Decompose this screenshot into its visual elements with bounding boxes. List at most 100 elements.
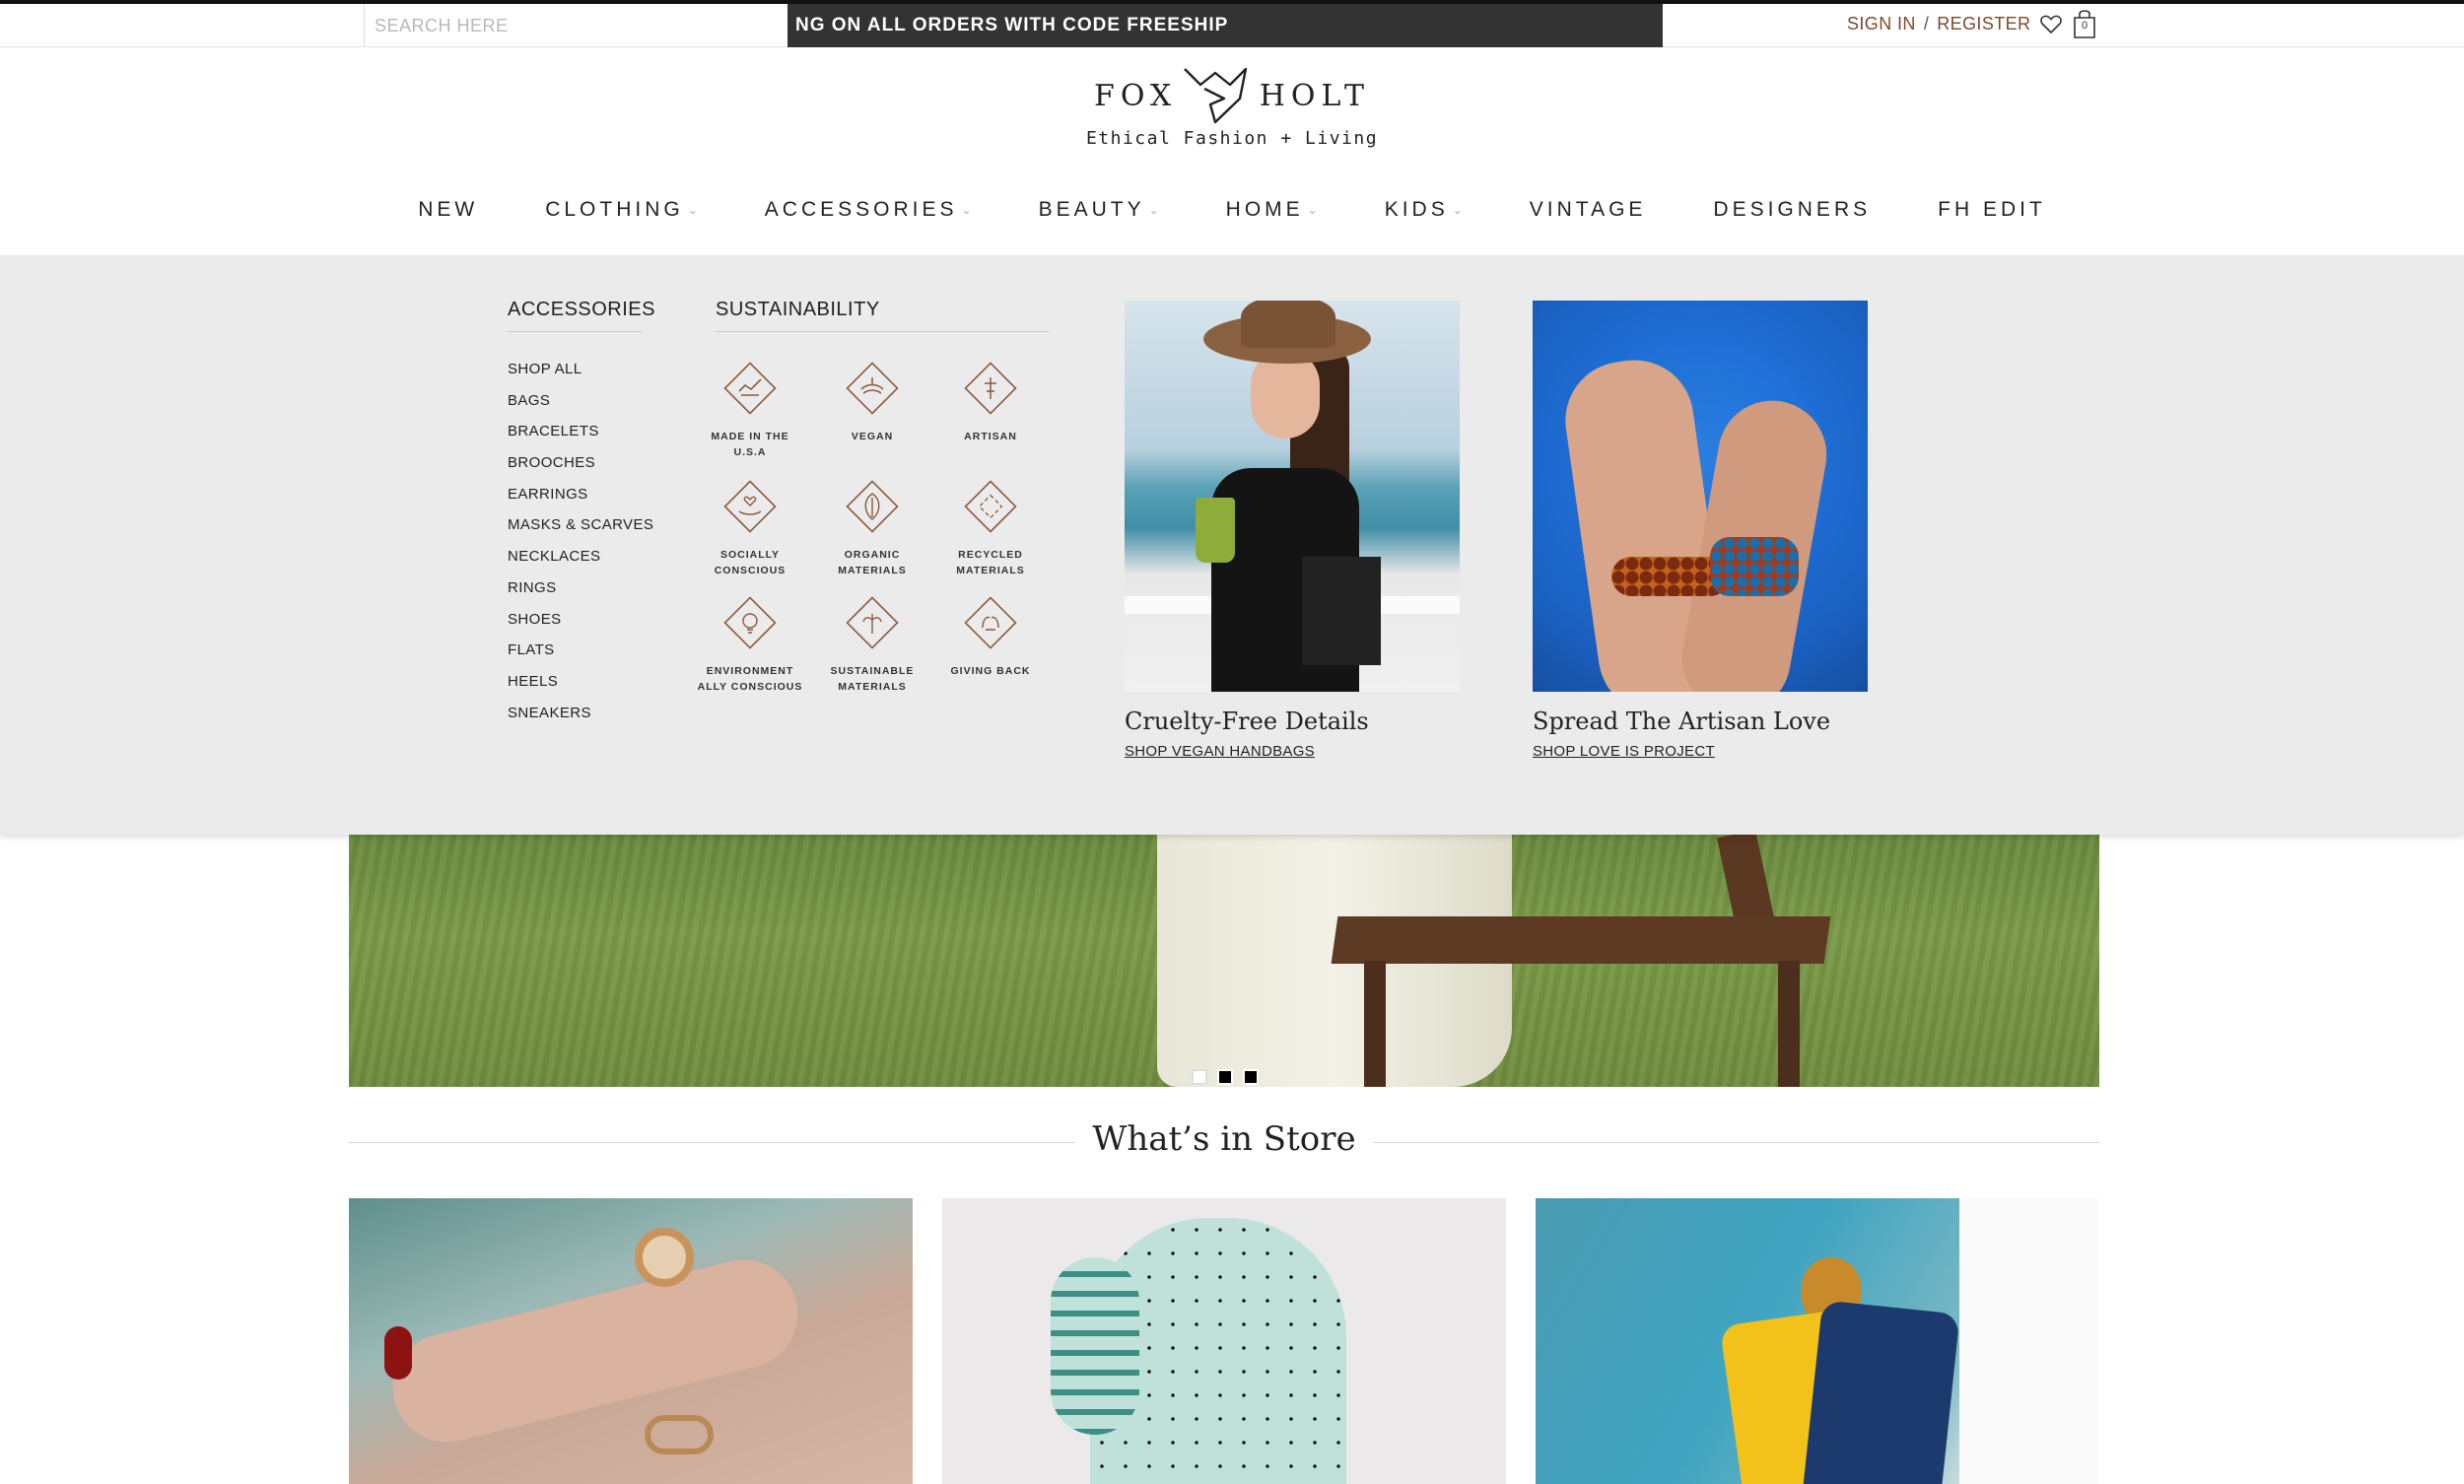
- menu-link[interactable]: BROOCHES: [508, 447, 653, 479]
- artisan-icon: [964, 362, 1017, 415]
- promo-card-artisan[interactable]: Spread The Artisan Love SHOP LOVE IS PRO…: [1533, 301, 1868, 761]
- badge-giving-back[interactable]: GIVING BACK: [936, 588, 1045, 679]
- nav-label: DESIGNERS: [1713, 198, 1872, 221]
- nav-item-fh-edit[interactable]: FH EDIT: [1938, 187, 2046, 233]
- nav-item-clothing[interactable]: CLOTHING ⌄: [545, 187, 698, 233]
- menu-link[interactable]: SNEAKERS: [508, 698, 653, 729]
- account-links: SIGN IN / REGISTER: [1847, 14, 2030, 34]
- nav-label: HOME: [1225, 198, 1304, 221]
- badge-vegan[interactable]: VEGAN: [818, 354, 926, 444]
- promo-banner: NG ON ALL ORDERS WITH CODE FREESHIP: [787, 4, 1663, 47]
- nav-label: VINTAGE: [1529, 198, 1647, 221]
- store-section-header: What’s in Store: [349, 1113, 2099, 1173]
- badge-label: ORGANIC MATERIALS: [838, 549, 907, 576]
- giving-back-icon: [964, 596, 1017, 649]
- fox-logo-icon: [1181, 65, 1250, 126]
- organic-materials-icon: [846, 480, 899, 533]
- recycled-materials-icon: [964, 480, 1017, 533]
- badge-label: ENVIRONMENT ALLY CONSCIOUS: [697, 665, 803, 693]
- promo-card-link[interactable]: SHOP LOVE IS PROJECT: [1533, 743, 1715, 760]
- divider: [349, 1142, 1074, 1143]
- sign-in-link[interactable]: SIGN IN: [1847, 14, 1916, 34]
- menu-link[interactable]: MASKS & SCARVES: [508, 509, 653, 541]
- promo-card-link[interactable]: SHOP VEGAN HANDBAGS: [1125, 743, 1315, 760]
- badge-label: VEGAN: [851, 431, 894, 442]
- store-tile-scarves[interactable]: [1536, 1198, 2099, 1484]
- nav-item-kids[interactable]: KIDS ⌄: [1385, 187, 1463, 233]
- slider-dot[interactable]: [1192, 1069, 1207, 1085]
- badge-label: ARTISAN: [964, 431, 1017, 442]
- menu-link[interactable]: BRACELETS: [508, 416, 653, 447]
- made-in-usa-icon: [723, 362, 777, 415]
- nav-item-new[interactable]: NEW: [418, 187, 478, 233]
- search-input[interactable]: [365, 4, 787, 47]
- promo-card-vegan[interactable]: Cruelty-Free Details SHOP VEGAN HANDBAGS: [1125, 301, 1460, 761]
- menu-link[interactable]: HEELS: [508, 666, 653, 698]
- accessories-mega-menu: ACCESSORIES SHOP ALL BAGS BRACELETS BROO…: [0, 255, 2464, 835]
- site-logo[interactable]: FOX HOLT Ethical Fashion + Living: [1084, 61, 1380, 160]
- chevron-down-icon: ⌄: [687, 203, 698, 217]
- logo-tagline: Ethical Fashion + Living: [1085, 128, 1379, 149]
- badge-sustainable-materials[interactable]: SUSTAINABLE MATERIALS: [818, 588, 926, 695]
- sustainable-materials-icon: [846, 596, 899, 649]
- badge-environment-conscious[interactable]: ENVIRONMENT ALLY CONSCIOUS: [696, 588, 804, 695]
- register-link[interactable]: REGISTER: [1937, 14, 2030, 34]
- logo-word-left: FOX: [1094, 79, 1178, 113]
- badge-artisan[interactable]: ARTISAN: [936, 354, 1045, 444]
- chevron-down-icon: ⌄: [1148, 203, 1159, 217]
- badge-label: RECYCLED MATERIALS: [956, 549, 1025, 576]
- slider-dots: [1192, 1069, 1259, 1085]
- nav-label: CLOTHING: [545, 198, 684, 221]
- nav-item-accessories[interactable]: ACCESSORIES ⌄: [765, 187, 972, 233]
- nav-item-vintage[interactable]: VINTAGE: [1530, 187, 1647, 233]
- badge-organic-materials[interactable]: ORGANIC MATERIALS: [818, 472, 926, 578]
- promo-text: NG ON ALL ORDERS WITH CODE FREESHIP: [795, 15, 1229, 35]
- badge-label: GIVING BACK: [950, 665, 1031, 677]
- nav-label: NEW: [418, 198, 479, 221]
- promo-card-title: Cruelty-Free Details: [1125, 708, 1369, 735]
- promo-image-vegan-handbags[interactable]: [1125, 301, 1460, 692]
- accessories-list: SHOP ALL BAGS BRACELETS BROOCHES EARRING…: [508, 354, 653, 728]
- menu-link[interactable]: SHOES: [508, 604, 653, 636]
- shopping-bag-icon[interactable]: 0: [2071, 8, 2098, 39]
- divider: [1374, 1142, 2099, 1143]
- environment-icon: [723, 596, 777, 649]
- nav-label: ACCESSORIES: [764, 198, 958, 221]
- vegan-icon: [846, 362, 899, 415]
- menu-link[interactable]: NECKLACES: [508, 541, 653, 573]
- promo-image-artisan[interactable]: [1533, 301, 1868, 692]
- nav-item-home[interactable]: HOME ⌄: [1226, 187, 1318, 233]
- slider-dot[interactable]: [1243, 1069, 1259, 1085]
- badge-made-in-usa[interactable]: MADE IN THE U.S.A: [696, 354, 804, 460]
- store-tile-home[interactable]: [942, 1198, 1506, 1484]
- sustainability-column-title: SUSTAINABILITY: [716, 299, 1049, 332]
- badge-recycled-materials[interactable]: RECYCLED MATERIALS: [936, 472, 1045, 578]
- chevron-down-icon: ⌄: [961, 203, 972, 217]
- nav-item-beauty[interactable]: BEAUTY ⌄: [1039, 187, 1159, 233]
- nav-label: FH EDIT: [1938, 198, 2046, 221]
- account-separator: /: [1923, 14, 1930, 34]
- badge-label: SOCIALLY CONSCIOUS: [714, 549, 787, 576]
- chevron-down-icon: ⌄: [1307, 203, 1318, 217]
- main-nav: NEW CLOTHING ⌄ ACCESSORIES ⌄ BEAUTY ⌄ HOME ⌄…: [0, 187, 2464, 233]
- accessories-column-title: ACCESSORIES: [508, 299, 654, 332]
- section-title: What’s in Store: [1092, 1119, 1356, 1159]
- menu-link[interactable]: EARRINGS: [508, 479, 653, 510]
- nav-item-designers[interactable]: DESIGNERS: [1713, 187, 1871, 233]
- chevron-down-icon: ⌄: [1452, 203, 1463, 217]
- menu-link[interactable]: SHOP ALL: [508, 354, 653, 385]
- menu-link[interactable]: BAGS: [508, 385, 653, 417]
- badge-label: SUSTAINABLE MATERIALS: [830, 665, 915, 693]
- search-box[interactable]: [364, 4, 787, 47]
- badge-label: MADE IN THE U.S.A: [711, 431, 789, 458]
- logo-word-right: HOLT: [1259, 79, 1370, 113]
- slider-dot[interactable]: [1217, 1069, 1233, 1085]
- store-tile-rings[interactable]: [349, 1198, 913, 1484]
- hero-slide-image[interactable]: [349, 833, 2099, 1087]
- menu-link[interactable]: RINGS: [508, 573, 653, 604]
- wishlist-heart-icon[interactable]: [2039, 12, 2063, 35]
- socially-conscious-icon: [723, 480, 777, 533]
- nav-label: BEAUTY: [1038, 198, 1145, 221]
- menu-link[interactable]: FLATS: [508, 635, 653, 666]
- badge-socially-conscious[interactable]: SOCIALLY CONSCIOUS: [696, 472, 804, 578]
